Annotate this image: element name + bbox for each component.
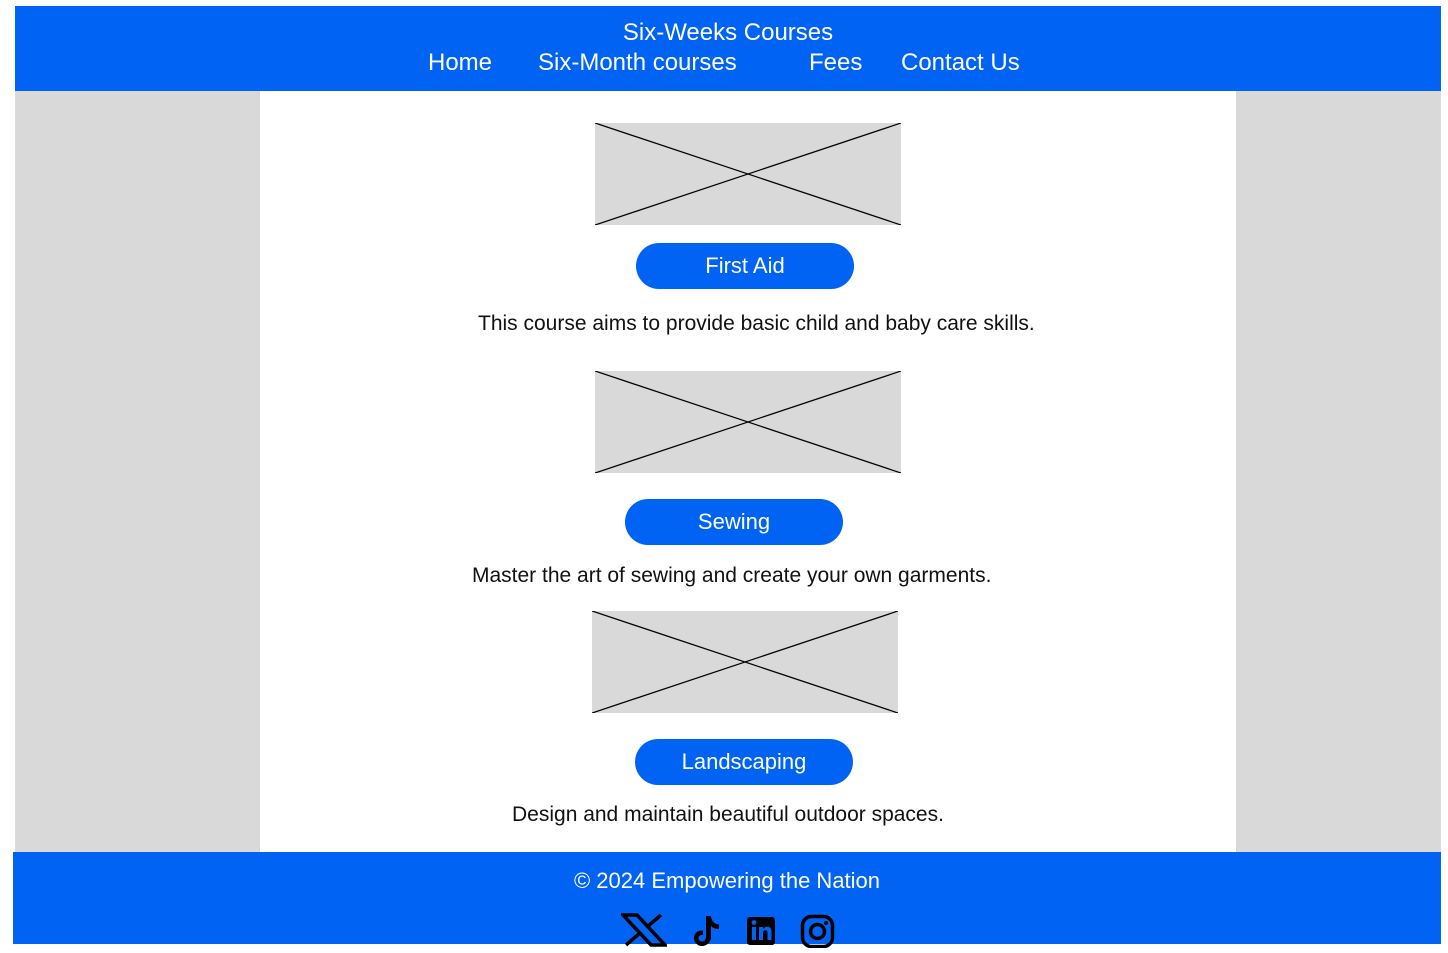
landscaping-button[interactable]: Landscaping [635,739,853,785]
nav-six-month-courses-link[interactable]: Six-Month courses [538,48,737,78]
left-sidebar [15,91,260,852]
course-image-placeholder [595,123,901,225]
copyright-text: © 2024 Empowering the Nation [573,868,881,893]
image-placeholder-icon [595,371,901,473]
sewing-description: Master the art of sewing and create your… [472,564,992,587]
landscaping-description: Design and maintain beautiful outdoor sp… [512,803,944,826]
course-image-placeholder [595,371,901,473]
nav-contact-us-link[interactable]: Contact Us [901,48,1020,78]
image-placeholder-icon [592,611,898,713]
site-footer: © 2024 Empowering the Nation [13,852,1441,949]
nav-fees-link[interactable]: Fees [809,48,862,78]
linkedin-icon[interactable] [744,912,784,948]
sewing-button[interactable]: Sewing [625,499,843,545]
course-image-placeholder [592,611,898,713]
site-header: Six-Weeks Courses Home Six-Month courses… [15,6,1441,91]
first-aid-button[interactable]: First Aid [636,243,854,289]
right-sidebar [1236,91,1441,852]
image-placeholder-icon [595,123,901,225]
instagram-icon[interactable] [799,912,839,949]
x-icon[interactable] [618,912,670,948]
page-title: Six-Weeks Courses [622,19,834,46]
nav-home-link[interactable]: Home [428,48,492,78]
first-aid-description: This course aims to provide basic child … [478,312,1035,335]
tiktok-icon[interactable] [692,912,732,948]
page: Six-Weeks Courses Home Six-Month courses… [0,0,1448,949]
main-content: First Aid This course aims to provide ba… [260,91,1236,852]
